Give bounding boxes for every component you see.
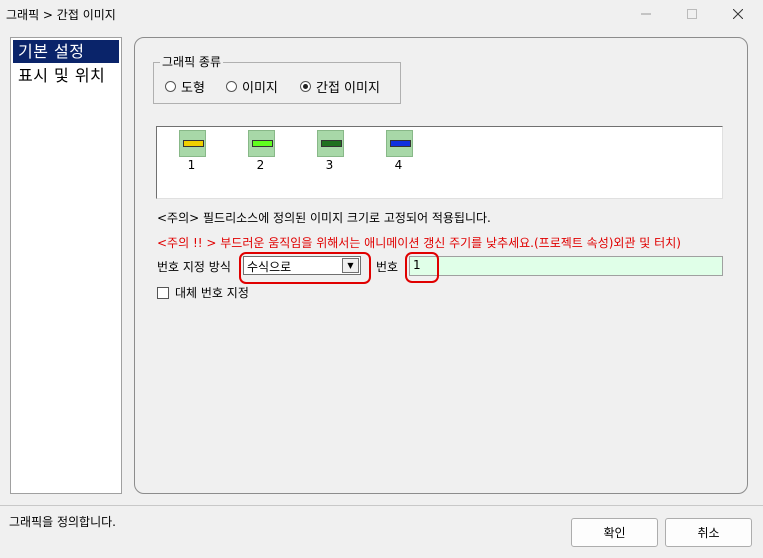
radio-image[interactable]: 이미지 [226, 77, 278, 96]
image-number: 3 [325, 158, 334, 172]
sidebar-item-display-position[interactable]: 표시 및 위치 [11, 63, 121, 88]
color-bar-swatch [183, 140, 204, 147]
maximize-icon [687, 9, 697, 19]
minimize-button[interactable] [623, 0, 669, 28]
sidebar-item-basic-settings[interactable]: 기본 설정 [13, 40, 119, 63]
number-mode-label: 번호 지정 방식 [157, 260, 231, 274]
radio-label: 도형 [181, 81, 205, 96]
image-list[interactable]: 1 2 3 4 [156, 126, 723, 199]
note-text: <주의> 필드리소스에 정의된 이미지 크기로 고정되어 적용됩니다. [157, 211, 491, 225]
image-thumb[interactable] [386, 130, 413, 157]
image-thumb[interactable] [179, 130, 206, 157]
minimize-icon [641, 13, 651, 15]
radio-indirect-image[interactable]: 간접 이미지 [300, 77, 380, 96]
checkbox-icon [157, 286, 169, 299]
color-bar-swatch [390, 140, 411, 147]
alt-number-checkbox[interactable]: 대체 번호 지정 [157, 284, 249, 301]
status-text: 그래픽을 정의합니다. [9, 515, 116, 529]
sidebar: 기본 설정 표시 및 위치 [10, 37, 122, 494]
window-title: 그래픽 > 간접 이미지 [6, 8, 116, 22]
graphic-type-legend: 그래픽 종류 [160, 53, 224, 70]
radio-shape[interactable]: 도형 [165, 77, 205, 96]
image-number: 2 [256, 158, 265, 172]
alt-number-label: 대체 번호 지정 [175, 286, 249, 300]
radio-label: 이미지 [242, 81, 278, 96]
color-bar-swatch [321, 140, 342, 147]
close-icon [733, 9, 743, 19]
highlight-ring [239, 252, 371, 284]
number-label: 번호 [376, 260, 399, 274]
number-input[interactable]: 1 [409, 256, 723, 276]
image-thumb[interactable] [317, 130, 344, 157]
image-thumb[interactable] [248, 130, 275, 157]
radio-circle-icon [165, 81, 176, 92]
close-button[interactable] [715, 0, 761, 28]
color-bar-swatch [252, 140, 273, 147]
image-number: 4 [394, 158, 403, 172]
warning-text: <주의 !! > 부드러운 움직임을 위해서는 애니메이션 갱신 주기를 낮추세… [157, 236, 681, 250]
radio-circle-selected-icon [300, 81, 311, 92]
ok-button[interactable]: 확인 [571, 518, 658, 547]
radio-circle-icon [226, 81, 237, 92]
title-bar: 그래픽 > 간접 이미지 [0, 0, 763, 28]
image-number: 1 [187, 158, 196, 172]
radio-label: 간접 이미지 [316, 81, 380, 96]
maximize-button[interactable] [669, 0, 715, 28]
highlight-ring [405, 252, 439, 283]
cancel-button[interactable]: 취소 [665, 518, 752, 547]
